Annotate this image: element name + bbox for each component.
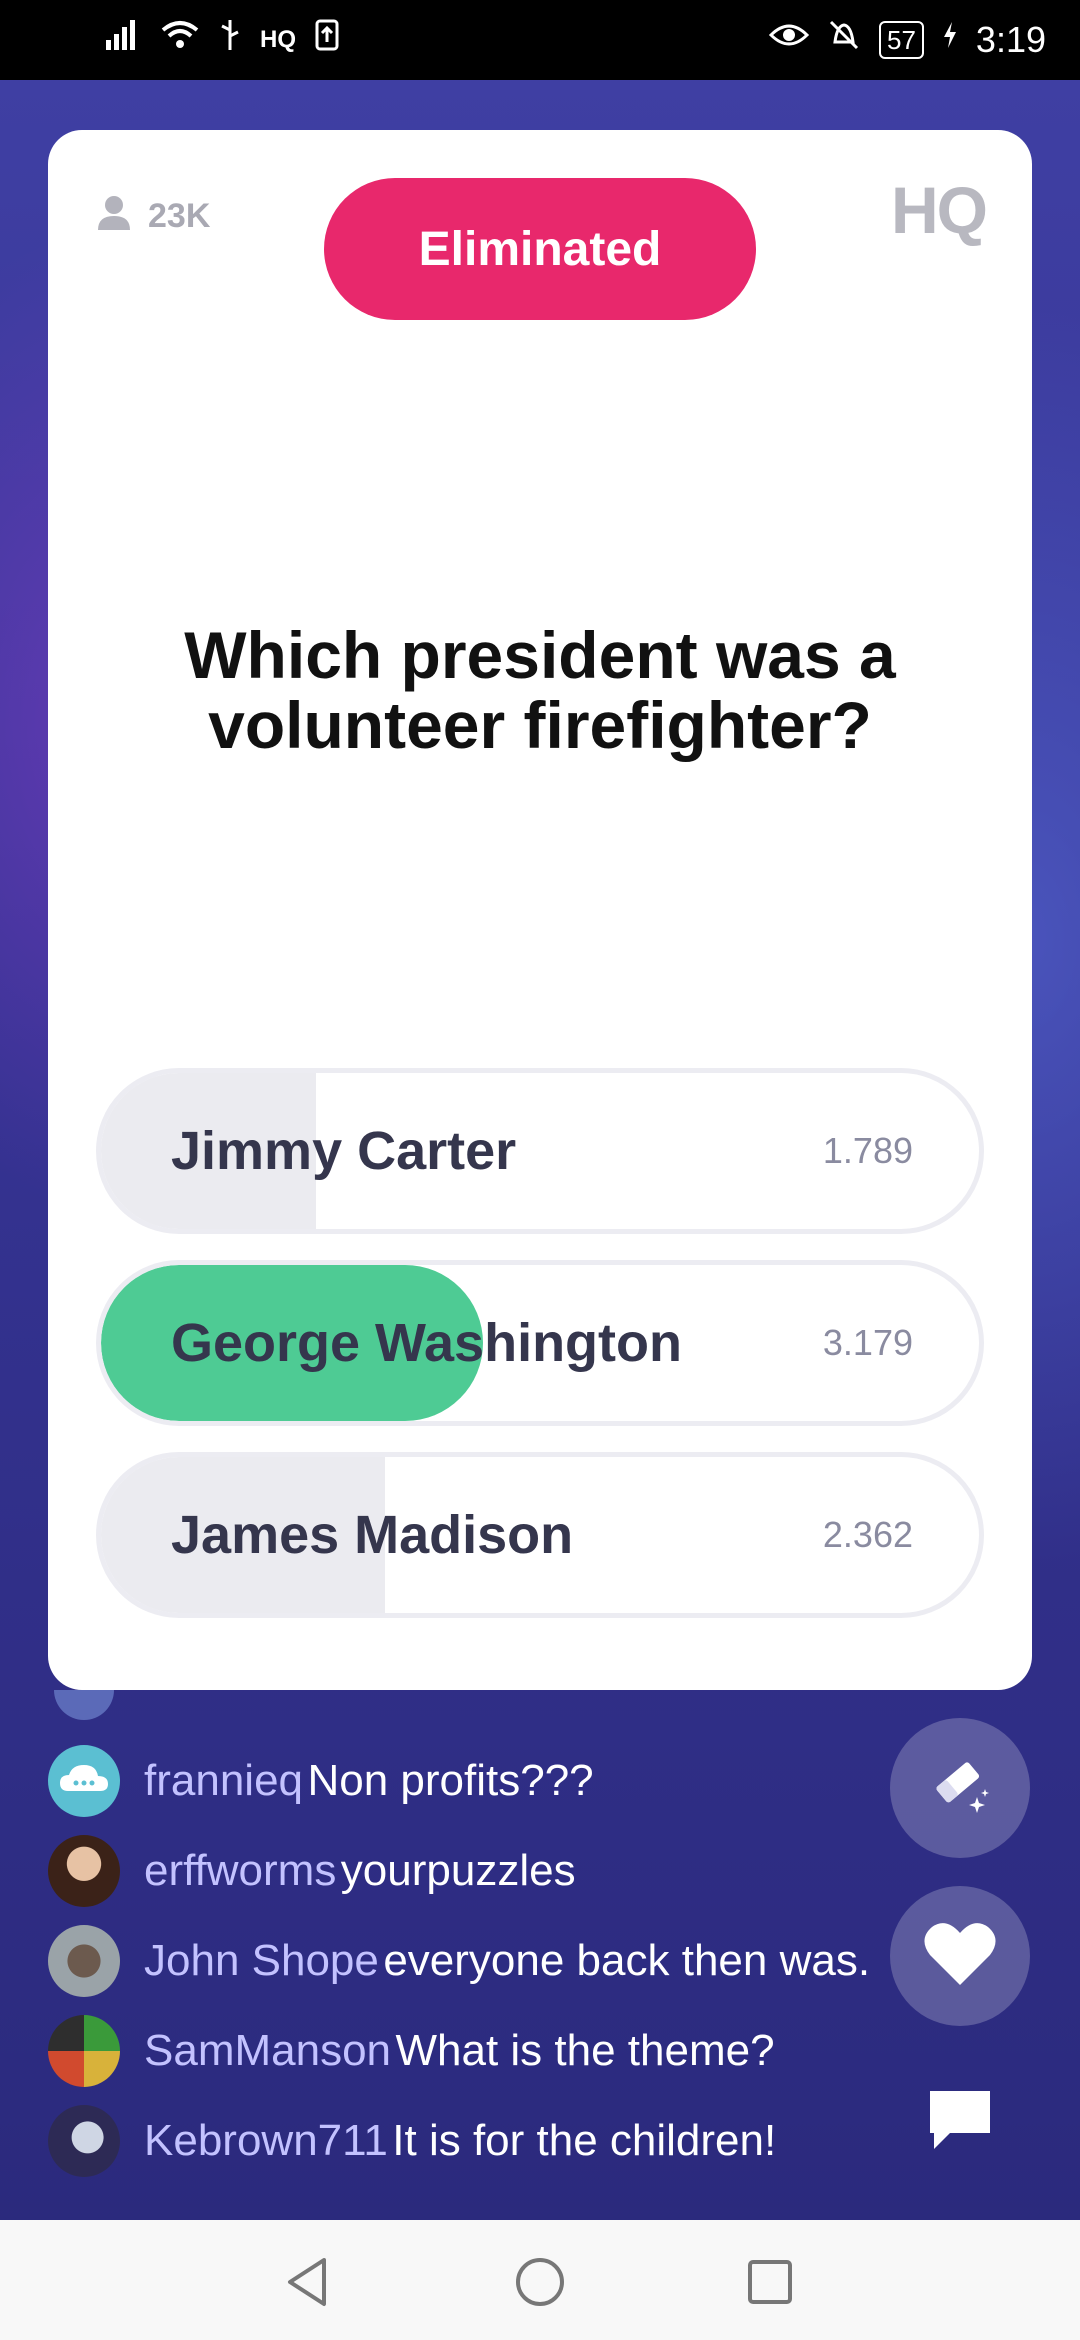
answer-option-3[interactable]: James Madison 2.362 <box>96 1452 984 1618</box>
battery-level: 57 <box>879 20 924 59</box>
chat-bubble-icon <box>924 2091 996 2159</box>
chat-message: SamManson What is the theme? <box>48 2015 775 2087</box>
chat-text: It is for the children! <box>392 2116 777 2165</box>
cloud-avatar <box>48 1745 120 1817</box>
eraser-icon <box>925 1751 995 1826</box>
navigation-bar <box>0 2220 1080 2340</box>
answer-label: George Washington <box>171 1313 682 1373</box>
home-icon[interactable] <box>514 2256 566 2313</box>
chat-username[interactable]: John Shope <box>144 1936 379 1985</box>
chat-text: yourpuzzles <box>340 1846 576 1895</box>
chat-username[interactable]: frannieq <box>144 1756 303 1805</box>
wifi-icon <box>160 18 200 61</box>
status-bar: HQ 57 3:19 <box>0 0 1080 80</box>
answer-label: James Madison <box>171 1505 574 1565</box>
chat-message: Kebrown711 It is for the children! <box>48 2105 776 2177</box>
answer-count: 2.362 <box>822 1514 913 1555</box>
charging-icon <box>942 20 958 59</box>
signal-icon <box>104 18 142 61</box>
answer-count: 3.179 <box>822 1322 913 1363</box>
chat-username[interactable]: Kebrown711 <box>144 2116 388 2165</box>
photo-avatar <box>48 1925 120 1997</box>
photo-avatar <box>48 1835 120 1907</box>
photo-avatar <box>48 2015 120 2087</box>
viewer-count: 23K <box>94 192 210 241</box>
chat-message: John Shope everyone back then was. <box>48 1925 870 1997</box>
chat-message: frannieq Non profits??? <box>48 1745 594 1817</box>
chat-username[interactable]: erffworms <box>144 1846 336 1895</box>
answer-option-1[interactable]: Jimmy Carter 1.789 <box>96 1068 984 1234</box>
eraser-button[interactable] <box>890 1718 1030 1858</box>
upload-icon <box>314 18 340 61</box>
photo-avatar <box>48 2105 120 2177</box>
answer-label: Jimmy Carter <box>171 1121 517 1181</box>
recents-icon[interactable] <box>746 2258 794 2311</box>
chat-text: What is the theme? <box>395 2026 775 2075</box>
usb-icon <box>218 18 242 61</box>
chat-username[interactable]: SamManson <box>144 2026 391 2075</box>
chat-text: Non profits??? <box>307 1756 594 1805</box>
heart-button[interactable] <box>890 1886 1030 2026</box>
chat-button[interactable] <box>924 2085 996 2160</box>
chat-message: erffworms yourpuzzles <box>48 1835 576 1907</box>
hq-logo: HQ <box>891 173 988 247</box>
heart-icon <box>922 1919 998 1994</box>
clock: 3:19 <box>975 18 1046 60</box>
eye-icon <box>768 20 810 59</box>
carrier-tag: HQ <box>260 25 296 53</box>
back-icon[interactable] <box>284 2256 332 2313</box>
chat-text: everyone back then was. <box>383 1936 871 1985</box>
person-icon <box>94 192 134 241</box>
question-text: Which president was a volunteer firefigh… <box>184 618 896 762</box>
eliminated-badge: Eliminated <box>324 178 756 320</box>
mute-bell-icon <box>827 18 861 61</box>
answer-option-2[interactable]: George Washington 3.179 <box>96 1260 984 1426</box>
answer-count: 1.789 <box>822 1130 913 1171</box>
viewer-count-value: 23K <box>148 197 211 235</box>
question-card: 23K Eliminated HQ Which president was a … <box>48 130 1032 1690</box>
